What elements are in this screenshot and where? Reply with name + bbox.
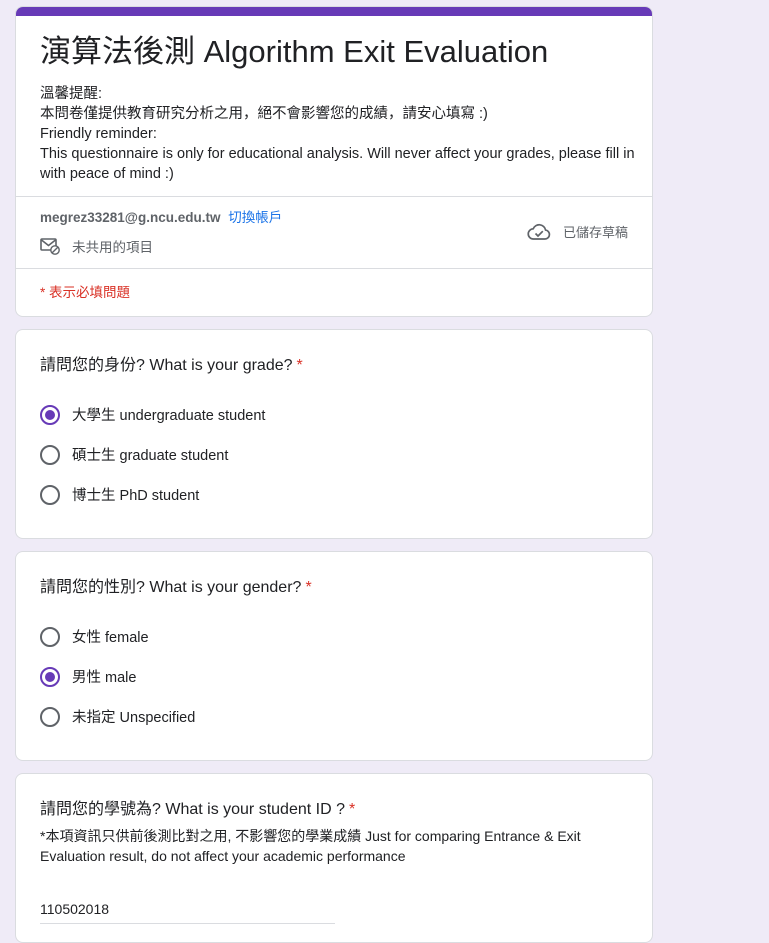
radio-button[interactable]	[40, 444, 60, 465]
not-shared-label: 未共用的項目	[72, 240, 153, 255]
divider	[16, 196, 652, 197]
radio-option[interactable]: 大學生 undergraduate student	[40, 404, 265, 425]
form-title: 演算法後測 Algorithm Exit Evaluation	[40, 34, 549, 69]
description-line: 本問卷僅提供教育研究分析之用，絕不會影響您的成績，請安心填寫 :)	[40, 106, 488, 122]
radio-button-selected[interactable]	[40, 666, 60, 687]
required-asterisk: *	[305, 579, 312, 596]
radio-button[interactable]	[40, 706, 60, 727]
saved-draft-status: 已儲存草稿	[527, 222, 628, 241]
radio-button[interactable]	[40, 626, 60, 647]
divider	[16, 268, 652, 269]
question-title-text: 請問您的性別? What is your gender?	[40, 579, 302, 596]
option-label: 碩士生 graduate student	[72, 448, 229, 464]
question-card-grade: 請問您的身份? What is your grade? * 大學生 undergr…	[15, 329, 653, 539]
required-asterisk: *	[296, 357, 303, 374]
radio-button-selected[interactable]	[40, 404, 60, 425]
radio-option[interactable]: 博士生 PhD student	[40, 484, 199, 505]
student-id-input[interactable]	[40, 901, 335, 924]
option-label: 男性 male	[72, 670, 137, 686]
option-label: 女性 female	[72, 630, 149, 646]
radio-button[interactable]	[40, 484, 60, 505]
question-title: 請問您的身份? What is your grade? *	[40, 355, 303, 377]
account-email: megrez33281@g.ncu.edu.tw	[40, 210, 221, 225]
radio-option[interactable]: 碩士生 graduate student	[40, 444, 228, 465]
header-accent-bar	[16, 7, 652, 16]
radio-option[interactable]: 未指定 Unspecified	[40, 706, 195, 727]
option-label: 博士生 PhD student	[72, 488, 200, 504]
question-title-text: 請問您的身份? What is your grade?	[40, 357, 293, 374]
description-line: This questionnaire is only for education…	[40, 146, 635, 182]
option-label: 大學生 undergraduate student	[72, 408, 266, 424]
description-line: 溫馨提醒:	[40, 86, 103, 102]
question-help-text: *本項資訊只供前後測比對之用, 不影響您的學業成績 Just for compa…	[40, 828, 581, 864]
saved-draft-label: 已儲存草稿	[562, 225, 628, 240]
not-shared-notice: 未共用的項目	[40, 236, 153, 256]
question-title-text: 請問您的學號為? What is your student ID ?	[40, 801, 345, 818]
mail-block-icon	[40, 238, 60, 255]
form-description: 溫馨提醒: 本問卷僅提供教育研究分析之用，絕不會影響您的成績，請安心填寫 :) …	[40, 84, 640, 184]
required-asterisk: *	[348, 801, 356, 818]
description-line: Friendly reminder:	[40, 126, 157, 142]
cloud-check-icon	[527, 223, 551, 240]
account-line: megrez33281@g.ncu.edu.tw 切換帳戶	[40, 209, 282, 227]
option-label: 未指定 Unspecified	[72, 710, 196, 726]
switch-account-link[interactable]: 切換帳戶	[228, 210, 282, 225]
form-header-card: 演算法後測 Algorithm Exit Evaluation 溫馨提醒: 本問…	[15, 6, 653, 317]
radio-option[interactable]: 女性 female	[40, 626, 149, 647]
radio-option[interactable]: 男性 male	[40, 666, 136, 687]
question-title: 請問您的性別? What is your gender? *	[40, 577, 312, 599]
required-note: * 表示必填問題	[40, 285, 131, 300]
question-card-student-id: 請問您的學號為? What is your student ID ? * *本項資…	[15, 773, 653, 943]
question-title: 請問您的學號為? What is your student ID ? *	[40, 799, 355, 821]
question-card-gender: 請問您的性別? What is your gender? * 女性 female …	[15, 551, 653, 761]
